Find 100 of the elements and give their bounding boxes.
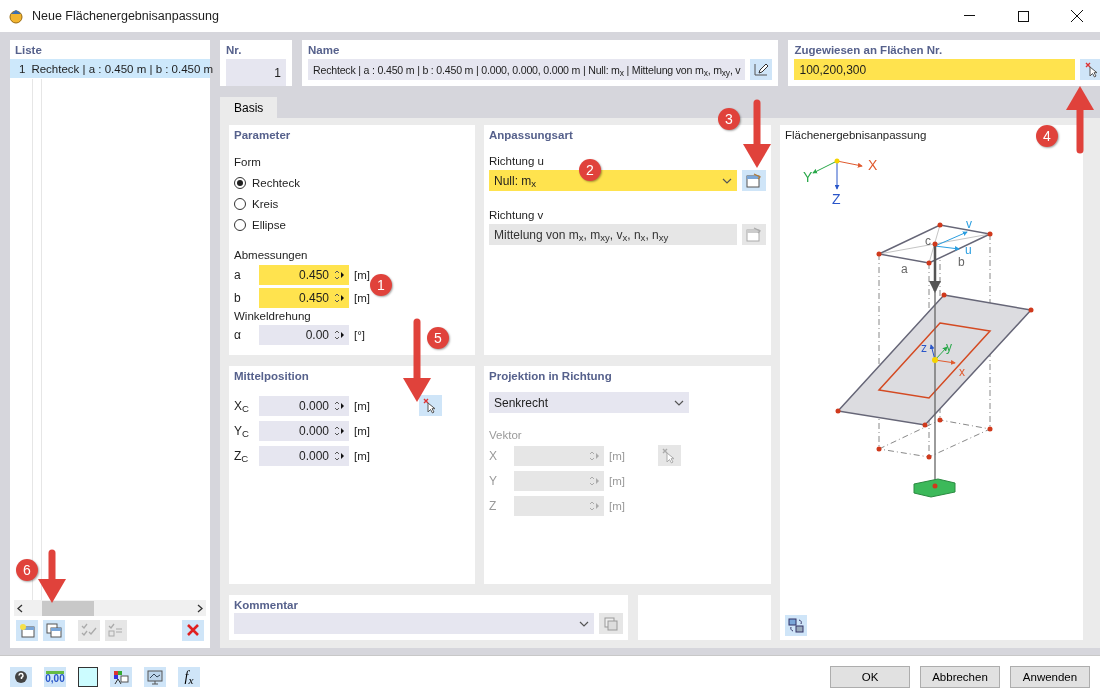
display-settings-icon [113,669,129,685]
spinner-icon[interactable] [333,291,345,304]
field-label: Richtung v [489,209,545,221]
field-label: X$_{C}$ [234,398,250,413]
radio-label[interactable]: Ellipse [252,218,286,231]
new-window-icon [19,622,35,638]
formula-button[interactable]: f$_{x}$ [178,667,200,687]
close-icon [1071,10,1083,22]
unit-label: [m] [354,424,370,437]
window-title: Neue Flächenergebnisanpassung [32,9,220,23]
view-button[interactable] [144,667,166,687]
spinner-icon[interactable] [333,424,345,437]
app-icon [8,8,24,24]
name-field[interactable]: Rechteck | a : 0.450 m | b : 0.450 m | 0.000, 0.000, 0.000 m | Null: m$_{x}$ | Mittelung von m$_{x}$, m$_{xy}$, v [308,59,746,80]
number-field[interactable]: 0.000 [259,420,349,441]
checkmarks-icon [81,623,97,637]
panel-title: Zugewiesen an Flächen Nr. [794,43,944,58]
group-label: Winkeldrehung [234,310,312,322]
toggle-check-button[interactable] [105,619,127,641]
axis-label: y [946,340,952,354]
group-label: Vektor [489,429,523,441]
number-field[interactable]: 0.00 [259,324,349,345]
new-item-button[interactable] [16,619,38,641]
comment-field[interactable] [234,613,594,634]
field-label: b [234,290,242,305]
dropdown-field[interactable]: Senkrecht [489,392,689,413]
group-label: Abmessungen [234,249,309,261]
help-button[interactable] [10,667,32,687]
unit-label: [m] [609,449,625,462]
display-settings-button[interactable] [110,667,132,687]
radio-button[interactable] [234,218,246,231]
field-label: Y [489,473,498,488]
delete-button[interactable] [182,619,204,641]
monitor-icon [147,669,163,685]
radio-button[interactable] [234,176,246,189]
window-icon [746,227,762,242]
section-title: Kommentar [234,599,299,611]
field-label: Y$_{C}$ [234,423,250,438]
axis-label: c [925,234,931,248]
spinner-icon[interactable] [333,399,345,412]
axis-label: b [958,255,965,269]
spinner-icon[interactable] [333,268,345,281]
pick-icon [423,397,438,414]
color-swatch[interactable] [78,667,98,687]
checkbox-swap-icon [108,623,124,637]
radio-label[interactable]: Rechteck [252,176,300,189]
axis-label: X [868,157,878,173]
surface-number-field[interactable]: 100,200,300 [794,59,1076,80]
copy-item-button[interactable] [43,619,65,641]
number-field[interactable] [514,470,604,491]
axis-label: Y [803,169,813,185]
scroll-left-icon[interactable] [17,603,23,613]
unit-label: [m] [609,474,625,487]
axis-label: u [965,243,972,257]
dialog-button[interactable]: Abbrechen [920,666,1000,688]
axis-label: x [959,365,965,379]
pick-button[interactable] [1080,59,1100,80]
dialog-button[interactable]: OK [830,666,910,688]
decimals-button[interactable]: 0,00 [44,667,66,687]
edit-type-button[interactable] [742,170,766,191]
edit-button[interactable] [750,59,773,80]
field-label: Richtung u [489,155,545,167]
field-label: X [489,448,498,463]
caret-icon [579,620,589,627]
spinner-icon[interactable] [333,449,345,462]
formula-label: f$_{x}$ [184,669,194,685]
number-field[interactable]: 0.000 [259,395,349,416]
unit-label: [m] [354,268,370,281]
field-label: a [234,267,242,282]
pick-icon [1085,61,1100,78]
pick-button[interactable] [419,395,442,416]
unit-label: [m] [354,449,370,462]
axis-label: v [966,217,972,231]
scroll-right-icon[interactable] [197,603,203,613]
number-field[interactable]: 0.450 [259,287,349,308]
help-icon [14,670,28,684]
decimals-label: 0,00 [45,674,65,683]
panel-title: Name [308,43,341,58]
section-title: Anpassungsart [489,129,574,141]
dialog-button[interactable]: Anwenden [1010,666,1090,688]
number-field[interactable] [514,495,604,516]
axes-drawing [812,158,863,190]
check-all-button[interactable] [78,619,100,641]
panel-title: Liste [14,43,43,58]
radio-label[interactable]: Kreis [252,197,279,210]
tab[interactable]: Basis [220,97,278,118]
maximize-icon [1017,10,1029,22]
scroll-thumb[interactable] [42,600,94,616]
number-field[interactable]: 0.000 [259,445,349,466]
view-button[interactable] [785,615,807,636]
horizontal-scrollbar[interactable] [14,600,206,616]
diagram-title: Flächenergebnisanpassung [785,129,927,141]
unit-label: [m] [354,399,370,412]
number-field[interactable]: 0.450 [259,264,349,285]
radio-button[interactable] [234,197,246,210]
number-field[interactable] [514,445,604,466]
axis-label: a [901,262,908,276]
number-field[interactable]: 1 [226,59,286,86]
caret-icon [674,399,684,406]
spinner-icon[interactable] [333,328,345,341]
